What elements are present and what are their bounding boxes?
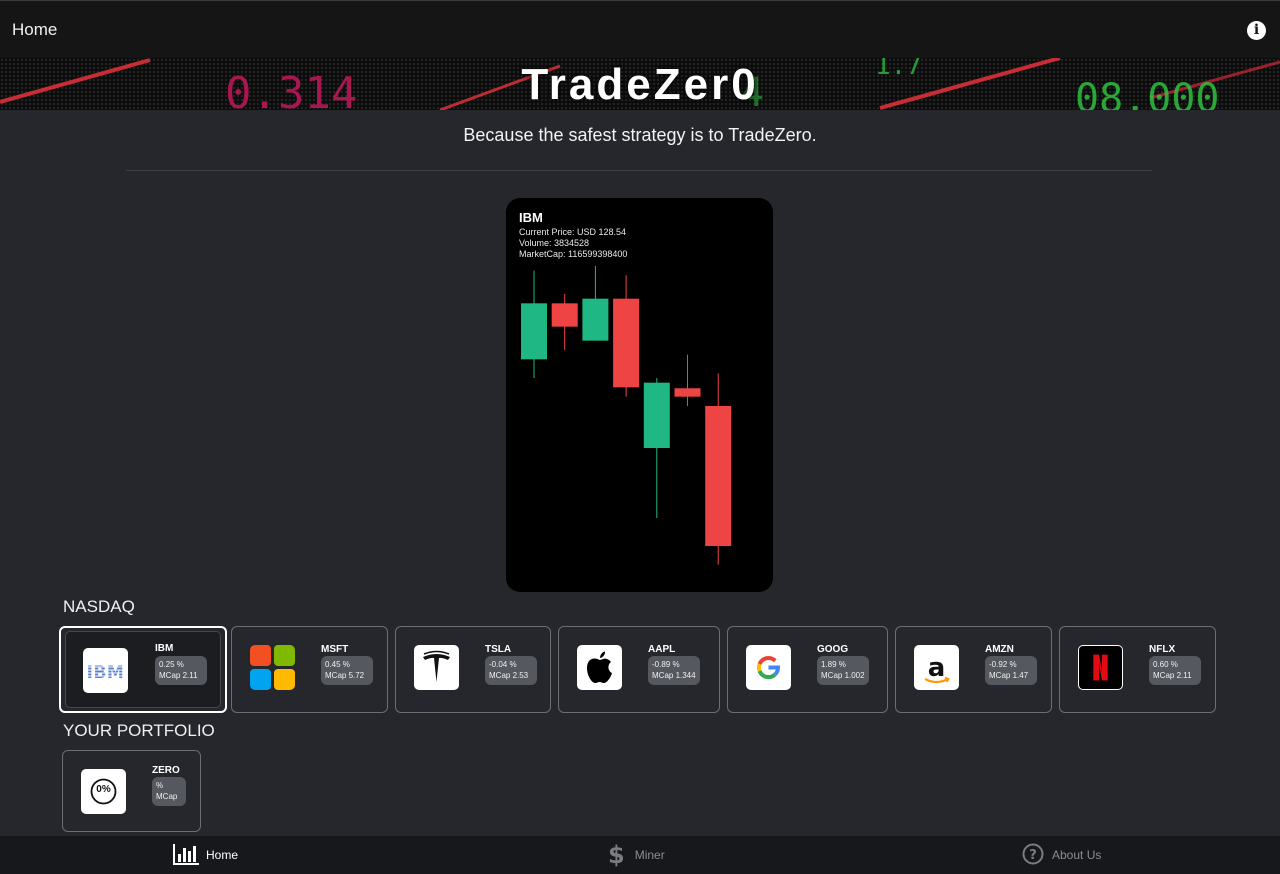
stock-tile-tsla[interactable]: TSLA -0.04 % MCap 2.53: [395, 626, 551, 713]
google-logo-icon: [746, 645, 791, 690]
ibm-logo-icon: IBM: [83, 648, 128, 693]
stock-symbol: GOOG: [817, 644, 849, 655]
dollar-icon: $: [608, 841, 625, 869]
stock-symbol: ZERO: [152, 765, 180, 776]
stock-mcap: MCap 2.53: [489, 671, 529, 680]
stock-symbol: IBM: [155, 643, 174, 654]
stock-tile-aapl[interactable]: AAPL -0.89 % MCap 1.344: [558, 626, 720, 713]
stock-change: 0.45 %: [325, 660, 350, 669]
brand-banner: 0.314 08.000 1.7 4 TradeZer0: [0, 58, 1280, 110]
candle: [551, 294, 578, 350]
tagline: Because the safest strategy is to TradeZ…: [463, 125, 817, 145]
candle-body: [643, 382, 670, 448]
apple-logo-icon: [577, 645, 622, 690]
candle-body: [705, 406, 732, 546]
stock-tile-ibm[interactable]: IBM IBM 0.25 % MCap 2.11: [59, 626, 227, 713]
page-title: Home: [12, 20, 58, 39]
stock-stats: % MCap: [152, 777, 186, 806]
stock-mcap: MCap: [156, 792, 178, 801]
candle: [643, 378, 670, 518]
stock-symbol: AMZN: [985, 644, 1014, 655]
zero-percent-logo-icon: 0%: [81, 769, 126, 814]
candle-body: [613, 298, 640, 388]
nav-miner-label: Miner: [634, 848, 665, 862]
candle: [582, 266, 609, 341]
stock-tile-msft[interactable]: MSFT 0.45 % MCap 5.72: [231, 626, 388, 713]
stock-mcap: MCap 1.344: [652, 671, 696, 680]
nav-home-label: Home: [206, 848, 239, 862]
nav-about-us[interactable]: ? About Us: [1022, 836, 1101, 874]
info-icon[interactable]: i: [1247, 21, 1266, 40]
stock-change: 0.25 %: [159, 660, 184, 669]
featured-stock-card: IBM Current Price: USD 128.54 Volume: 38…: [506, 198, 773, 592]
stock-stats: 1.89 % MCap 1.002: [817, 656, 869, 685]
nasdaq-label: NASDAQ: [63, 597, 135, 616]
stock-stats: 0.25 % MCap 2.11: [155, 656, 207, 685]
stock-change: -0.92 %: [989, 660, 1017, 669]
candle-body: [551, 303, 578, 327]
stock-stats: -0.89 % MCap 1.344: [648, 656, 700, 685]
stock-change: 1.89 %: [821, 660, 846, 669]
stock-stats: -0.92 % MCap 1.47: [985, 656, 1037, 685]
candle-body: [582, 298, 609, 341]
stock-symbol: NFLX: [1149, 644, 1176, 655]
stock-stats: 0.60 % MCap 2.11: [1149, 656, 1201, 685]
stock-symbol: TSLA: [485, 644, 512, 655]
divider: [126, 170, 1152, 171]
stock-mcap: MCap 2.11: [159, 671, 198, 680]
stock-mcap: MCap 1.47: [989, 671, 1029, 680]
bar-chart-icon: [173, 843, 200, 868]
candle-body: [674, 388, 701, 397]
stock-change: 0.60 %: [1153, 660, 1178, 669]
stock-mcap: MCap 2.11: [1153, 671, 1192, 680]
svg-text:a: a: [928, 653, 946, 683]
svg-text:?: ?: [1029, 848, 1037, 863]
top-bar: Home i: [0, 0, 1280, 58]
candle: [674, 354, 701, 406]
nav-about-us-label: About Us: [1052, 848, 1102, 862]
stock-tile-goog[interactable]: GOOG 1.89 % MCap 1.002: [727, 626, 888, 713]
stock-tile-amzn[interactable]: a AMZN -0.92 % MCap 1.47: [895, 626, 1052, 713]
zero-logo-text: 0%: [96, 784, 111, 795]
stock-stats: -0.04 % MCap 2.53: [485, 656, 537, 685]
brand-title: TradeZer0: [521, 60, 759, 109]
netflix-logo-icon: [1078, 645, 1123, 690]
candlestick-chart: [521, 266, 732, 565]
portfolio-tile-zero[interactable]: 0% ZERO % MCap: [62, 750, 201, 832]
nav-home[interactable]: Home: [173, 836, 238, 874]
question-circle-icon: ?: [1022, 843, 1044, 868]
candle-body: [521, 303, 547, 360]
stock-symbol: MSFT: [321, 644, 349, 655]
nav-miner[interactable]: $ Miner: [608, 836, 665, 874]
microsoft-logo-icon: [250, 645, 295, 690]
portfolio-label: YOUR PORTFOLIO: [63, 721, 215, 740]
stock-symbol: AAPL: [648, 644, 676, 655]
candle: [705, 373, 732, 565]
candle: [521, 270, 547, 378]
stock-change: %: [156, 781, 164, 790]
tesla-logo-icon: [414, 645, 459, 690]
stock-stats: 0.45 % MCap 5.72: [321, 656, 373, 685]
stock-change: -0.04 %: [489, 660, 517, 669]
candle: [613, 275, 640, 397]
stock-tile-nflx[interactable]: NFLX 0.60 % MCap 2.11: [1059, 626, 1216, 713]
stock-mcap: MCap 5.72: [325, 671, 365, 680]
bottom-nav: Home $ Miner ? About Us: [0, 836, 1280, 874]
stock-mcap: MCap 1.002: [821, 671, 865, 680]
amazon-logo-icon: a: [914, 645, 959, 690]
stock-change: -0.89 %: [652, 660, 680, 669]
